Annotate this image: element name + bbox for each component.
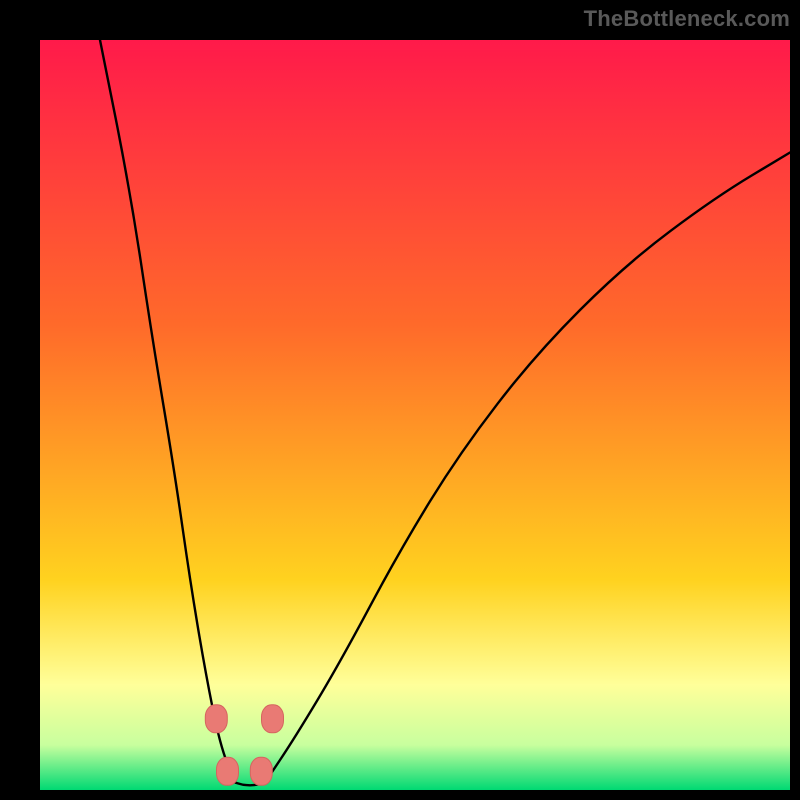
chart-svg [40, 40, 790, 790]
curve-marker [217, 757, 239, 785]
curve-marker [205, 705, 227, 733]
frame: TheBottleneck.com [0, 0, 800, 800]
attribution-text: TheBottleneck.com [584, 6, 790, 32]
curve-marker [262, 705, 284, 733]
plot-area [40, 40, 790, 790]
curve-marker [250, 757, 272, 785]
gradient-background [40, 40, 790, 790]
